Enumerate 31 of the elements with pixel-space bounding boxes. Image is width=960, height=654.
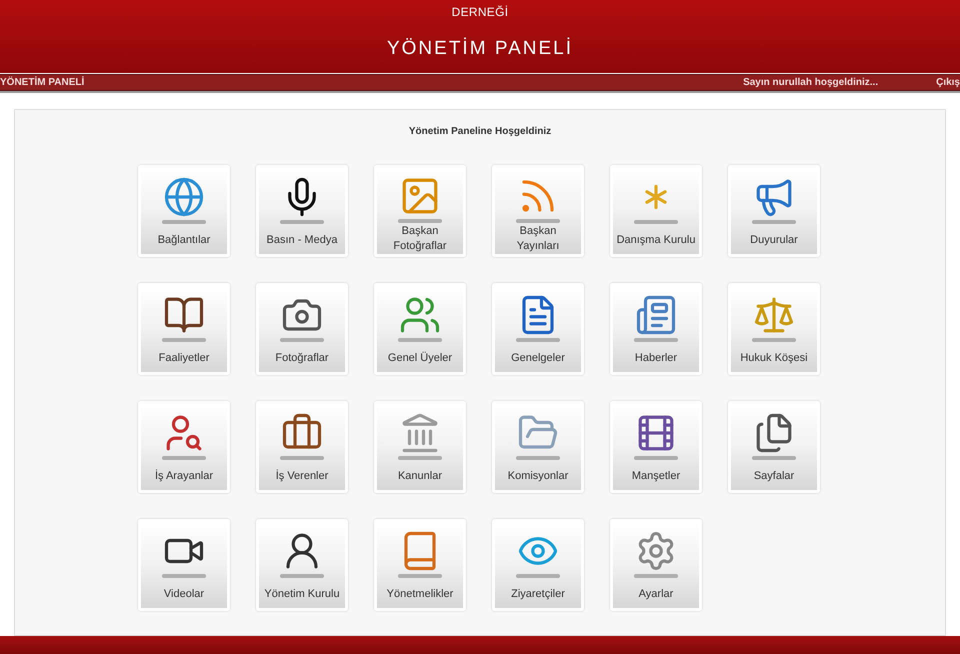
module-tile[interactable]: Basın - Medya [256,165,348,257]
header-title: YÖNETİM PANELİ [386,39,573,58]
module-tile[interactable]: Başkan Fotoğraflar [374,165,466,257]
header-subtitle: DERNEĞİ [452,6,508,18]
module-tile[interactable]: Genel Üyeler [374,283,466,375]
module-tile[interactable]: İş Arayanlar [138,401,230,493]
module-tile[interactable]: Fotoğraflar [256,283,348,375]
module-tile[interactable]: İş Verenler [256,401,348,493]
module-tile[interactable]: Hukuk Köşesi [728,283,820,375]
module-tile[interactable]: Yönetmelikler [374,519,466,611]
module-tile[interactable]: Genelgeler [492,283,584,375]
module-tile[interactable]: Bağlantılar [138,165,230,257]
module-tile[interactable]: Kanunlar [374,401,466,493]
module-tile[interactable]: Duyurular [728,165,820,257]
module-tile[interactable]: Ziyaretçiler [492,519,584,611]
module-tile[interactable]: Sayfalar [728,401,820,493]
module-tile[interactable]: Videolar [138,519,230,611]
module-tile[interactable]: Komisyonlar [492,401,584,493]
module-tile[interactable]: Faaliyetler [138,283,230,375]
newspaper-icon [635,294,677,336]
module-tile[interactable]: Yönetim Kurulu [256,519,348,611]
greeting-text: Sayın nurullah hoşgeldiniz... [743,78,878,88]
module-tile[interactable]: Manşetler [610,401,702,493]
module-tile[interactable]: Danışma Kurulu [610,165,702,257]
module-tile[interactable]: Haberler [610,283,702,375]
module-tile[interactable]: Ayarlar [610,519,702,611]
globe-icon [163,176,205,218]
module-tile[interactable]: Başkan Yayınları [492,165,584,257]
welcome-heading: Yönetim Paneline Hoşgeldiniz [408,125,552,139]
nav-title: YÖNETİM PANELİ [0,78,84,88]
logout-link[interactable]: Çıkış [936,78,960,88]
